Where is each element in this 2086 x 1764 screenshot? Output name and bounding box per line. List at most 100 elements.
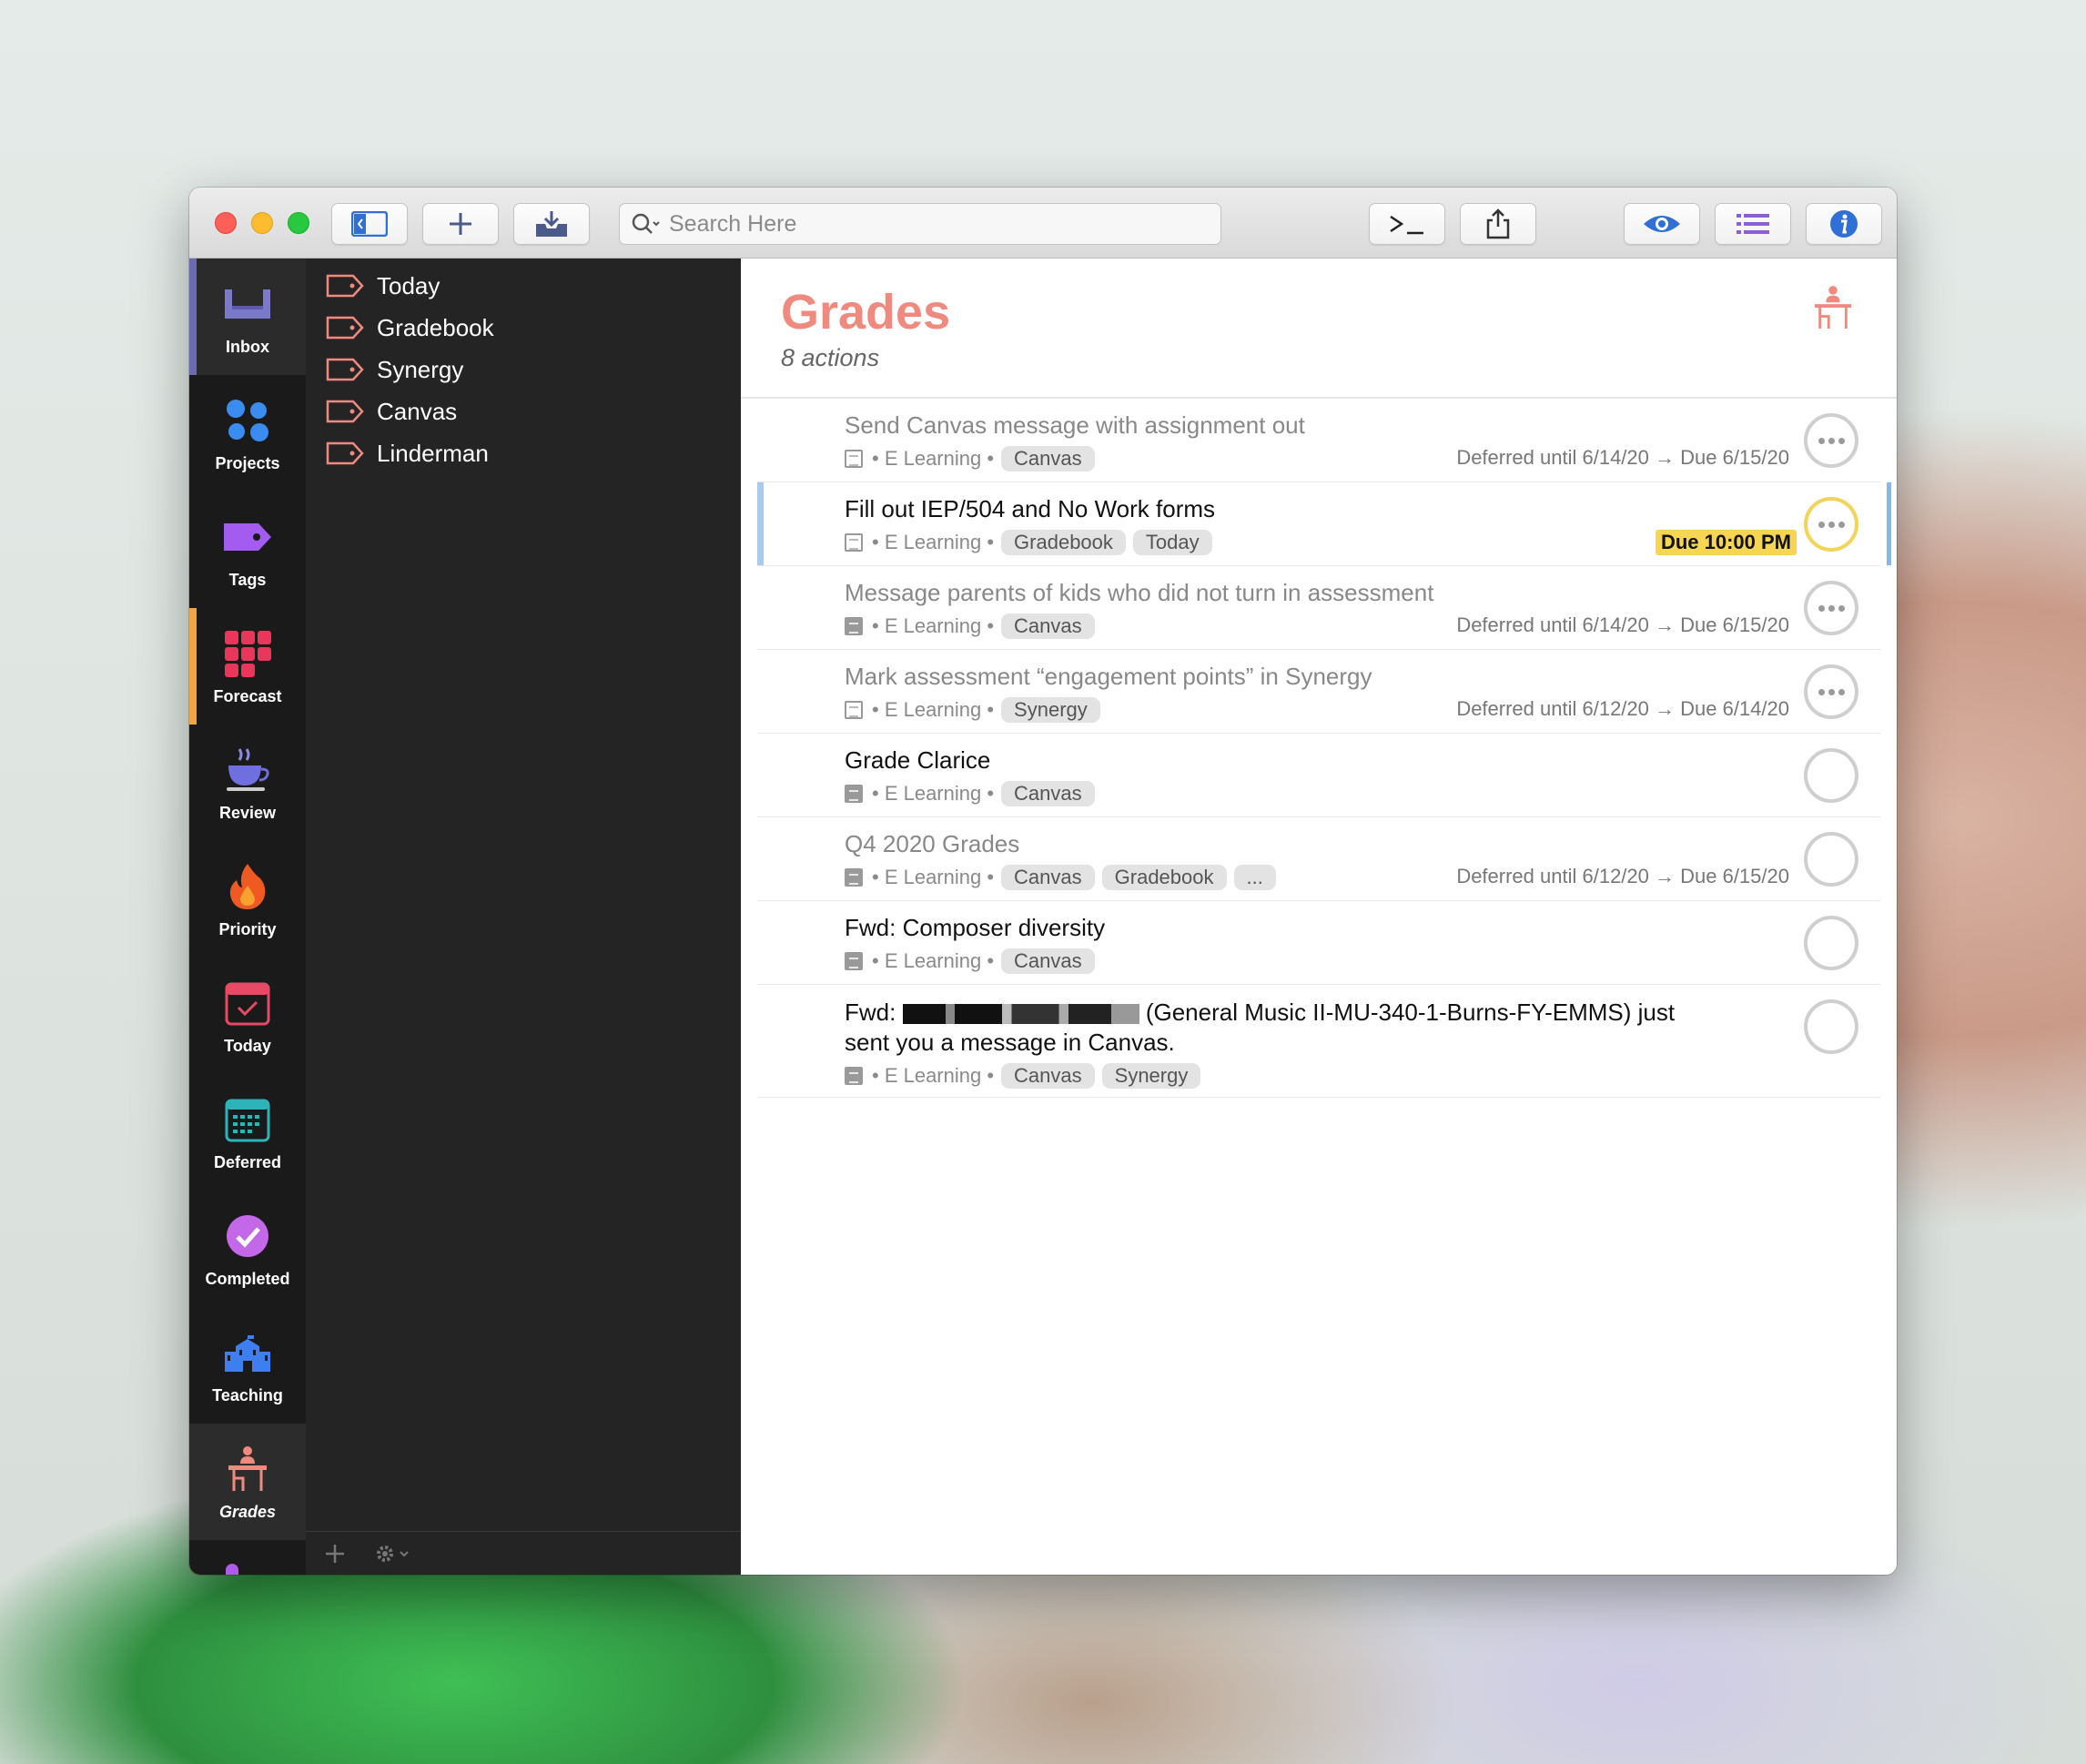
flame-icon (221, 860, 274, 913)
eye-icon (1644, 216, 1680, 232)
tag-pill[interactable]: Canvas (1001, 865, 1095, 890)
action-row[interactable]: Fwd: (General Music II-MU-340-1-Burns-FY… (757, 985, 1880, 1098)
tag-item-gradebook[interactable]: Gradebook (326, 308, 494, 348)
tag-item-linderman[interactable]: Linderman (326, 433, 489, 473)
action-title[interactable]: Message parents of kids who did not turn… (845, 579, 1433, 607)
action-project: • E Learning • (872, 1064, 995, 1087)
action-row[interactable]: Send Canvas message with assignment out … (757, 399, 1880, 482)
checkmark-circle-icon (221, 1210, 274, 1262)
status-circle-button[interactable] (1804, 999, 1858, 1054)
status-circle-button[interactable] (1804, 748, 1858, 803)
tag-outline-icon (326, 316, 364, 340)
action-row-selected[interactable]: Fill out IEP/504 and No Work forms • E L… (757, 482, 1891, 566)
tag-pill[interactable]: Gradebook (1001, 530, 1126, 555)
sidebar-item-review[interactable]: Review (189, 725, 306, 841)
toolbar (189, 188, 1897, 259)
action-title[interactable]: Fwd: (General Music II-MU-340-1-Burns-FY… (845, 998, 1675, 1058)
share-icon (1486, 208, 1510, 239)
inspector-button[interactable] (1806, 203, 1882, 245)
school-building-icon (221, 1326, 274, 1379)
minimize-window-button[interactable] (251, 212, 273, 234)
more-tags-pill[interactable]: ... (1233, 865, 1276, 890)
sidebar-item-forecast[interactable]: Forecast (189, 608, 306, 725)
action-title[interactable]: Grade Clarice (845, 746, 990, 775)
note-icon (845, 617, 863, 635)
tag-pill[interactable]: Today (1132, 530, 1212, 555)
due-badge: Due 10:00 PM (1655, 530, 1797, 555)
note-icon (845, 868, 863, 887)
quick-entry-inbox-button[interactable] (513, 203, 590, 245)
calendar-today-icon (221, 977, 274, 1029)
action-meta: • E Learning • Canvas Synergy (845, 1063, 1201, 1089)
close-window-button[interactable] (215, 212, 237, 234)
ellipsis-dot (1828, 688, 1835, 695)
action-meta: • E Learning • Canvas (845, 446, 1095, 471)
share-button[interactable] (1460, 203, 1536, 245)
status-circle-button[interactable] (1804, 916, 1858, 970)
action-title[interactable]: Fwd: Composer diversity (845, 914, 1105, 942)
main-content: Grades 8 actions Send Canvas message wit… (741, 259, 1897, 1575)
console-button[interactable] (1369, 203, 1445, 245)
tag-item-canvas[interactable]: Canvas (326, 391, 457, 431)
sidebar-item-priority[interactable]: Priority (189, 841, 306, 958)
toggle-sidebar-button[interactable] (331, 203, 408, 245)
perspective-sidebar: Inbox Projects Tags Forecast Review Prio… (189, 259, 306, 1575)
sidebar-item-grades[interactable]: Grades (189, 1424, 306, 1540)
tag-pill[interactable]: Canvas (1001, 948, 1095, 974)
tag-pill[interactable]: Gradebook (1101, 865, 1227, 890)
action-row[interactable]: Q4 2020 Grades • E Learning • Canvas Gra… (757, 817, 1880, 901)
note-icon (845, 533, 863, 552)
action-title[interactable]: Send Canvas message with assignment out (845, 411, 1305, 440)
tag-pill[interactable]: Synergy (1101, 1063, 1201, 1089)
gear-icon[interactable] (373, 1542, 415, 1566)
sidebar-item-today[interactable]: Today (189, 958, 306, 1074)
action-project: • E Learning • (872, 447, 995, 470)
add-tag-plus-icon[interactable] (324, 1543, 346, 1565)
list-view-button[interactable] (1715, 203, 1791, 245)
status-circle-button[interactable] (1804, 413, 1858, 468)
action-title[interactable]: Q4 2020 Grades (845, 830, 1019, 858)
action-dates: Deferred until 6/14/20 → Due 6/15/20 (1456, 613, 1789, 636)
tag-pill[interactable]: Canvas (1001, 1063, 1095, 1089)
action-title[interactable]: Mark assessment “engagement points” in S… (845, 663, 1372, 691)
note-icon (845, 785, 863, 803)
action-title[interactable]: Fill out IEP/504 and No Work forms (845, 495, 1215, 523)
zoom-window-button[interactable] (288, 212, 309, 234)
sidebar-item-projects[interactable]: Projects (189, 375, 306, 492)
status-circle-button[interactable] (1804, 497, 1858, 552)
tag-pill[interactable]: Synergy (1001, 697, 1100, 723)
ellipsis-dot (1818, 437, 1825, 444)
view-options-button[interactable] (1624, 203, 1700, 245)
tag-pill[interactable]: Canvas (1001, 781, 1095, 806)
search-input[interactable] (669, 210, 1179, 238)
sidebar-item-tags[interactable]: Tags (189, 492, 306, 608)
sidebar-item-completed[interactable]: Completed (189, 1191, 306, 1307)
action-row[interactable]: Grade Clarice • E Learning • Canvas (757, 734, 1880, 817)
search-field[interactable] (619, 203, 1221, 245)
desk-person-icon (1813, 284, 1853, 336)
sidebar-item-deferred[interactable]: Deferred (189, 1074, 306, 1191)
status-circle-button[interactable] (1804, 664, 1858, 719)
action-row[interactable]: Fwd: Composer diversity • E Learning • C… (757, 901, 1880, 985)
tag-list-pane: Today Gradebook Synergy Canvas Linderman (306, 259, 741, 1575)
note-icon (845, 450, 863, 468)
plus-icon (450, 213, 471, 235)
action-row[interactable]: Message parents of kids who did not turn… (757, 566, 1880, 650)
action-dates: Deferred until 6/14/20 → Due 6/15/20 (1456, 446, 1789, 469)
app-window: Inbox Projects Tags Forecast Review Prio… (189, 188, 1897, 1575)
tag-item-synergy[interactable]: Synergy (326, 350, 463, 390)
tag-pill[interactable]: Canvas (1001, 613, 1095, 639)
action-project: • E Learning • (872, 698, 995, 721)
ellipsis-dot (1838, 604, 1845, 612)
status-circle-button[interactable] (1804, 832, 1858, 887)
status-circle-button[interactable] (1804, 581, 1858, 635)
tag-pill[interactable]: Canvas (1001, 446, 1095, 471)
tag-outline-icon (326, 441, 364, 465)
sidebar-item-inbox[interactable]: Inbox (189, 259, 306, 375)
tag-item-today[interactable]: Today (326, 266, 440, 306)
new-action-button[interactable] (422, 203, 499, 245)
action-row[interactable]: Mark assessment “engagement points” in S… (757, 650, 1880, 734)
inbox-download-icon (536, 211, 567, 237)
sidebar-item-teaching[interactable]: Teaching (189, 1307, 306, 1424)
calendar-grid-icon (221, 1093, 274, 1146)
